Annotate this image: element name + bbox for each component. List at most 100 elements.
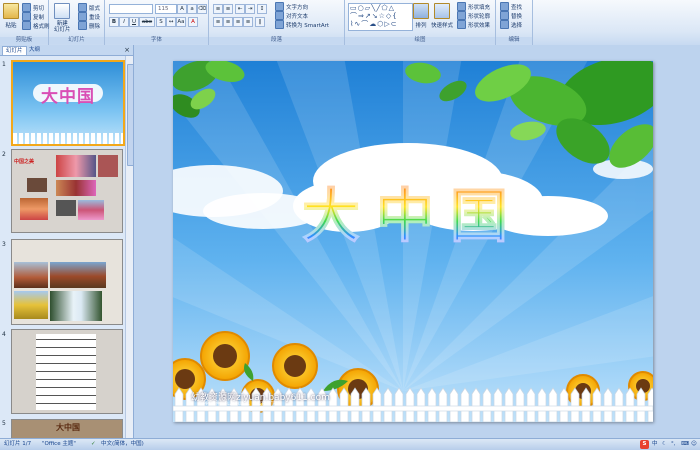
- align-center-button[interactable]: ≡: [223, 17, 233, 27]
- thumb2-caption: 中国之美: [14, 159, 35, 165]
- decrease-indent-button[interactable]: ⇤: [235, 4, 245, 14]
- slide-title[interactable]: 大中国: [293, 169, 533, 253]
- justify-button[interactable]: ≡: [243, 17, 253, 27]
- new-slide-button[interactable]: 新建 幻灯片: [54, 3, 71, 33]
- close-panel-icon[interactable]: ×: [124, 46, 130, 54]
- quick-styles-label: 快速样式: [431, 23, 454, 29]
- fence-picket: [405, 387, 415, 422]
- convert-smartart-button[interactable]: 转换为 SmartArt: [275, 20, 329, 29]
- slide-editor: 大中国 幼教资源网ziyuan.baby611.com PPT课件、FLASH动…: [134, 45, 700, 438]
- line-spacing-button[interactable]: ↕: [257, 4, 267, 14]
- shape-fill-label: 形状填充: [468, 4, 491, 11]
- paste-button[interactable]: 粘贴: [3, 3, 19, 29]
- delete-button[interactable]: 删除: [78, 21, 100, 30]
- fence-picket: [328, 387, 338, 422]
- layout-button[interactable]: 版式: [78, 3, 100, 12]
- thumb3-photo: [50, 262, 106, 288]
- slide-position: 幻灯片 1/7: [4, 441, 32, 447]
- drawing-group: ▭○▱╲╱⬠△ ⌒⇒↗↘☆◇{⌇∿⌒☁⬡▷⊂ 排列 快速样式 形状填充 形状轮廓 …: [345, 0, 496, 45]
- fence-picket: [625, 387, 635, 422]
- panel-tabs: 幻灯片 大纲 ×: [0, 45, 133, 56]
- replace-icon: [500, 11, 509, 20]
- thumb4-sheet-music: [36, 334, 96, 410]
- fence-picket: [394, 387, 404, 422]
- font-size-field[interactable]: 115: [155, 4, 177, 14]
- char-spacing-button[interactable]: ↔: [166, 17, 176, 27]
- fence-picket: [570, 387, 580, 422]
- ime-s-icon[interactable]: S: [640, 440, 649, 449]
- fence-picket: [493, 387, 503, 422]
- paste-label: 粘贴: [5, 23, 17, 29]
- increase-indent-button[interactable]: ⇥: [245, 4, 255, 14]
- fence-picket: [449, 387, 459, 422]
- find-button[interactable]: 查找: [500, 2, 522, 11]
- panel-scrollbar[interactable]: [125, 56, 134, 438]
- shadow-button[interactable]: S: [156, 17, 166, 27]
- new-slide-label: 新建 幻灯片: [54, 21, 71, 33]
- delete-label: 删除: [89, 23, 101, 30]
- ime-cn-icon[interactable]: 中: [652, 439, 658, 450]
- strike-button[interactable]: abe: [139, 17, 155, 27]
- align-text-icon: [275, 11, 284, 20]
- arrange-button[interactable]: 排列: [413, 3, 429, 29]
- change-case-button[interactable]: Aa: [176, 17, 186, 27]
- select-button[interactable]: 选择: [500, 20, 522, 29]
- underline-button[interactable]: U: [129, 17, 139, 27]
- user-icon[interactable]: ☺: [691, 439, 697, 450]
- slide-thumbnail-1[interactable]: 大中国: [11, 60, 125, 146]
- font-group: 115 A a ⌫ B I U abe S ↔ Aa A 字体: [105, 0, 209, 45]
- fence-picket: [460, 387, 470, 422]
- shrink-font-button[interactable]: a: [187, 4, 197, 14]
- align-text-button[interactable]: 对齐文本: [275, 11, 308, 20]
- slide-canvas[interactable]: 大中国 幼教资源网ziyuan.baby611.com PPT课件、FLASH动…: [173, 61, 653, 422]
- quick-styles-button[interactable]: 快速样式: [431, 3, 453, 29]
- punctuation-icon[interactable]: °,: [671, 439, 676, 450]
- numbering-button[interactable]: ≡: [223, 4, 233, 14]
- shapes-gallery[interactable]: ▭○▱╲╱⬠△ ⌒⇒↗↘☆◇{⌇∿⌒☁⬡▷⊂: [348, 3, 413, 31]
- grow-font-button[interactable]: A: [177, 4, 187, 14]
- tab-outline[interactable]: 大纲: [26, 46, 43, 54]
- clipboard-group: 粘贴 剪切 复制 格式刷 剪贴板: [0, 0, 50, 45]
- columns-button[interactable]: ‖: [255, 17, 265, 27]
- reset-icon: [78, 12, 87, 21]
- clear-format-button[interactable]: ⌫: [197, 4, 207, 14]
- tab-slides[interactable]: 幻灯片: [2, 46, 27, 55]
- align-left-button[interactable]: ≡: [213, 17, 223, 27]
- italic-button[interactable]: I: [119, 17, 129, 27]
- theme-name: "Office 主题": [42, 441, 76, 447]
- panel-scroll-thumb[interactable]: [127, 64, 134, 166]
- format-painter-label: 格式刷: [33, 23, 50, 30]
- align-text-label: 对齐文本: [286, 13, 309, 20]
- bullets-button[interactable]: ≡: [213, 4, 223, 14]
- slide-thumbnail-4[interactable]: [11, 329, 123, 414]
- thumb2-photo: [98, 155, 118, 177]
- new-slide-icon: [54, 3, 71, 19]
- moon-icon[interactable]: ☾: [662, 439, 667, 450]
- replace-button[interactable]: 替换: [500, 11, 522, 20]
- font-name-field[interactable]: [109, 4, 153, 14]
- slide-thumbnail-2[interactable]: 中国之美: [11, 149, 123, 233]
- keyboard-icon[interactable]: ⌨: [681, 439, 689, 450]
- slide-number: 2: [2, 151, 6, 158]
- shape-outline-button[interactable]: 形状轮廓: [457, 11, 490, 20]
- language-indicator[interactable]: 中文(简体，中国): [101, 439, 144, 450]
- fence-picket: [515, 387, 525, 422]
- reset-button[interactable]: 重设: [78, 12, 100, 21]
- shape-effects-button[interactable]: 形状效果: [457, 20, 490, 29]
- smartart-icon: [275, 20, 284, 29]
- thumb5-title: 大中国: [56, 423, 80, 432]
- copy-button[interactable]: 复制: [22, 12, 44, 21]
- slide-number: 1: [2, 61, 6, 68]
- thumb2-photo: [20, 198, 48, 220]
- shape-fill-button[interactable]: 形状填充: [457, 2, 490, 11]
- cut-button[interactable]: 剪切: [22, 3, 44, 12]
- align-right-button[interactable]: ≡: [233, 17, 243, 27]
- fence-picket: [471, 387, 481, 422]
- text-direction-button[interactable]: 文字方向: [275, 2, 308, 11]
- fence-picket: [416, 387, 426, 422]
- fence-picket: [504, 387, 514, 422]
- slide-thumbnail-3[interactable]: [11, 239, 123, 325]
- bold-button[interactable]: B: [109, 17, 119, 27]
- font-color-button[interactable]: A: [188, 17, 198, 27]
- format-painter-button[interactable]: 格式刷: [22, 21, 50, 30]
